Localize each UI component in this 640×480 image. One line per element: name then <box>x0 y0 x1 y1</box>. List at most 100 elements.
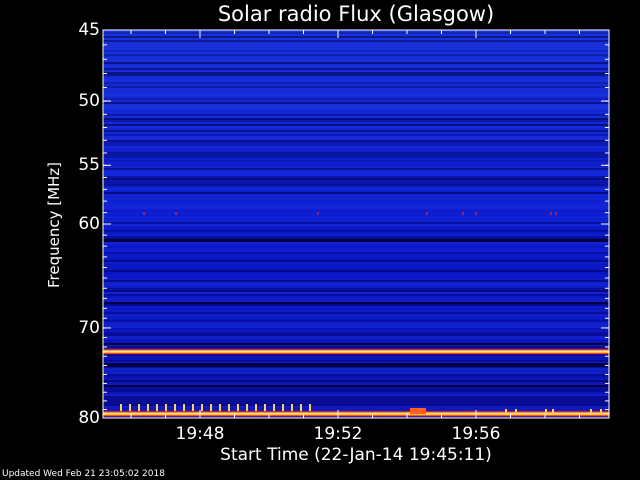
burst-marker <box>590 409 592 415</box>
spectrum-stripe <box>103 296 609 298</box>
spectrum-stripe <box>103 208 609 210</box>
burst-marker <box>282 404 284 411</box>
spectrum-stripe <box>103 60 609 62</box>
spectrum-stripe <box>103 332 609 334</box>
y-tick-label: 70 <box>78 317 100 338</box>
spectrum-stripe <box>103 272 609 274</box>
spectrum-stripe <box>103 36 609 38</box>
spectrum-stripe <box>103 250 609 252</box>
spectrum-stripe <box>103 192 609 194</box>
spectrum-stripe <box>103 40 609 42</box>
spectrum-stripe <box>103 162 609 164</box>
spectrum-stripe <box>103 164 609 166</box>
spectrum-stripe <box>103 158 609 160</box>
red-speck <box>317 212 319 215</box>
spectrum-stripe <box>103 34 609 36</box>
burst-marker <box>219 404 221 411</box>
burst-marker <box>183 404 185 411</box>
burst-marker <box>120 404 122 411</box>
spectrum-stripe <box>103 260 609 262</box>
spectrum-stripe <box>103 120 609 122</box>
spectrum-stripe <box>103 96 609 98</box>
spectrum-stripe <box>103 322 609 324</box>
spectrum-stripe <box>103 188 609 190</box>
spectrum-stripe <box>103 298 609 300</box>
spectrum-stripe <box>103 80 609 82</box>
burst-marker <box>210 404 212 411</box>
red-speck <box>462 212 464 215</box>
x-axis-label: Start Time (22-Jan-14 19:45:11) <box>220 445 492 465</box>
spectrum-stripe <box>103 230 609 232</box>
spectrum-stripe <box>103 32 609 34</box>
spectrum-stripe <box>103 380 609 382</box>
spectrum-stripe <box>103 86 609 88</box>
spectrum-stripe <box>103 196 609 198</box>
spectrum-stripe <box>103 336 609 338</box>
burst-marker <box>129 404 131 411</box>
spectrum-stripe <box>103 248 609 250</box>
spectrum-stripe <box>103 116 609 118</box>
spectrum-stripe <box>103 326 609 328</box>
spectrum-stripe <box>103 294 609 296</box>
spectrum-stripe <box>103 340 609 342</box>
burst-marker <box>138 404 140 411</box>
spectrum-stripe <box>103 382 609 384</box>
y-tick-label: 55 <box>78 155 100 176</box>
spectrum-stripe <box>103 356 609 358</box>
spectrum-stripe <box>103 292 609 294</box>
spectrum-stripe <box>103 186 609 188</box>
spectrum-stripe <box>103 270 609 272</box>
spectrum-stripe <box>103 176 609 178</box>
spectrum-stripe <box>103 400 609 402</box>
burst-marker <box>255 404 257 411</box>
spectrum-stripe <box>103 396 609 398</box>
spectrum-stripe <box>103 376 609 378</box>
y-tick-label: 80 <box>78 408 100 428</box>
y-tick-label: 50 <box>78 91 100 112</box>
burst-marker <box>600 409 602 415</box>
spectrum-stripe <box>103 194 609 196</box>
red-speck <box>175 212 177 215</box>
spectrum-stripe <box>103 226 609 228</box>
spectrum-stripe <box>103 368 609 370</box>
spectrum-stripe <box>103 316 609 318</box>
spectrum-stripe <box>103 354 609 356</box>
spectrum-stripe <box>103 108 609 110</box>
spectrum-stripe <box>103 370 609 372</box>
spectrum-stripe <box>103 94 609 96</box>
spectrum-stripe <box>103 74 609 76</box>
burst-marker <box>505 409 507 415</box>
spectrum-stripe <box>103 330 609 332</box>
spectrum-stripe <box>103 204 609 206</box>
red-speck <box>555 212 557 215</box>
red-speck <box>143 212 145 215</box>
spectrum-stripe <box>103 62 609 64</box>
spectrum-stripe <box>103 206 609 208</box>
x-tick-label: 19:52 <box>313 424 363 444</box>
spectrum-stripe <box>103 374 609 376</box>
spectrum-stripe <box>103 290 609 292</box>
spectrum-stripe <box>103 52 609 54</box>
spectrum-stripe <box>103 252 609 254</box>
spectrum-stripe <box>103 126 609 128</box>
spectrum-stripe <box>103 76 609 78</box>
spectrum-stripe <box>103 112 609 114</box>
spectrum-stripe <box>103 140 609 142</box>
spectrum-stripe <box>103 84 609 86</box>
spectrum-stripe <box>103 276 609 278</box>
spectrum-stripe <box>103 168 609 170</box>
spectrum-stripe <box>103 78 609 80</box>
spectrum-stripe <box>103 182 609 184</box>
updated-timestamp: Updated Wed Feb 21 23:05:02 2018 <box>2 469 165 479</box>
spectrum-stripe <box>103 264 609 266</box>
spectrum-stripe <box>103 324 609 326</box>
spectrum-stripe <box>103 132 609 134</box>
red-speck <box>426 212 428 215</box>
spectrum-stripe <box>103 256 609 258</box>
spectrum-stripe <box>103 98 609 100</box>
spectrum-stripe <box>103 146 609 148</box>
spectrum-stripe <box>103 328 609 330</box>
dark-line <box>103 363 609 367</box>
spectrum-stripe <box>103 236 609 238</box>
spectrum-stripe <box>103 136 609 138</box>
